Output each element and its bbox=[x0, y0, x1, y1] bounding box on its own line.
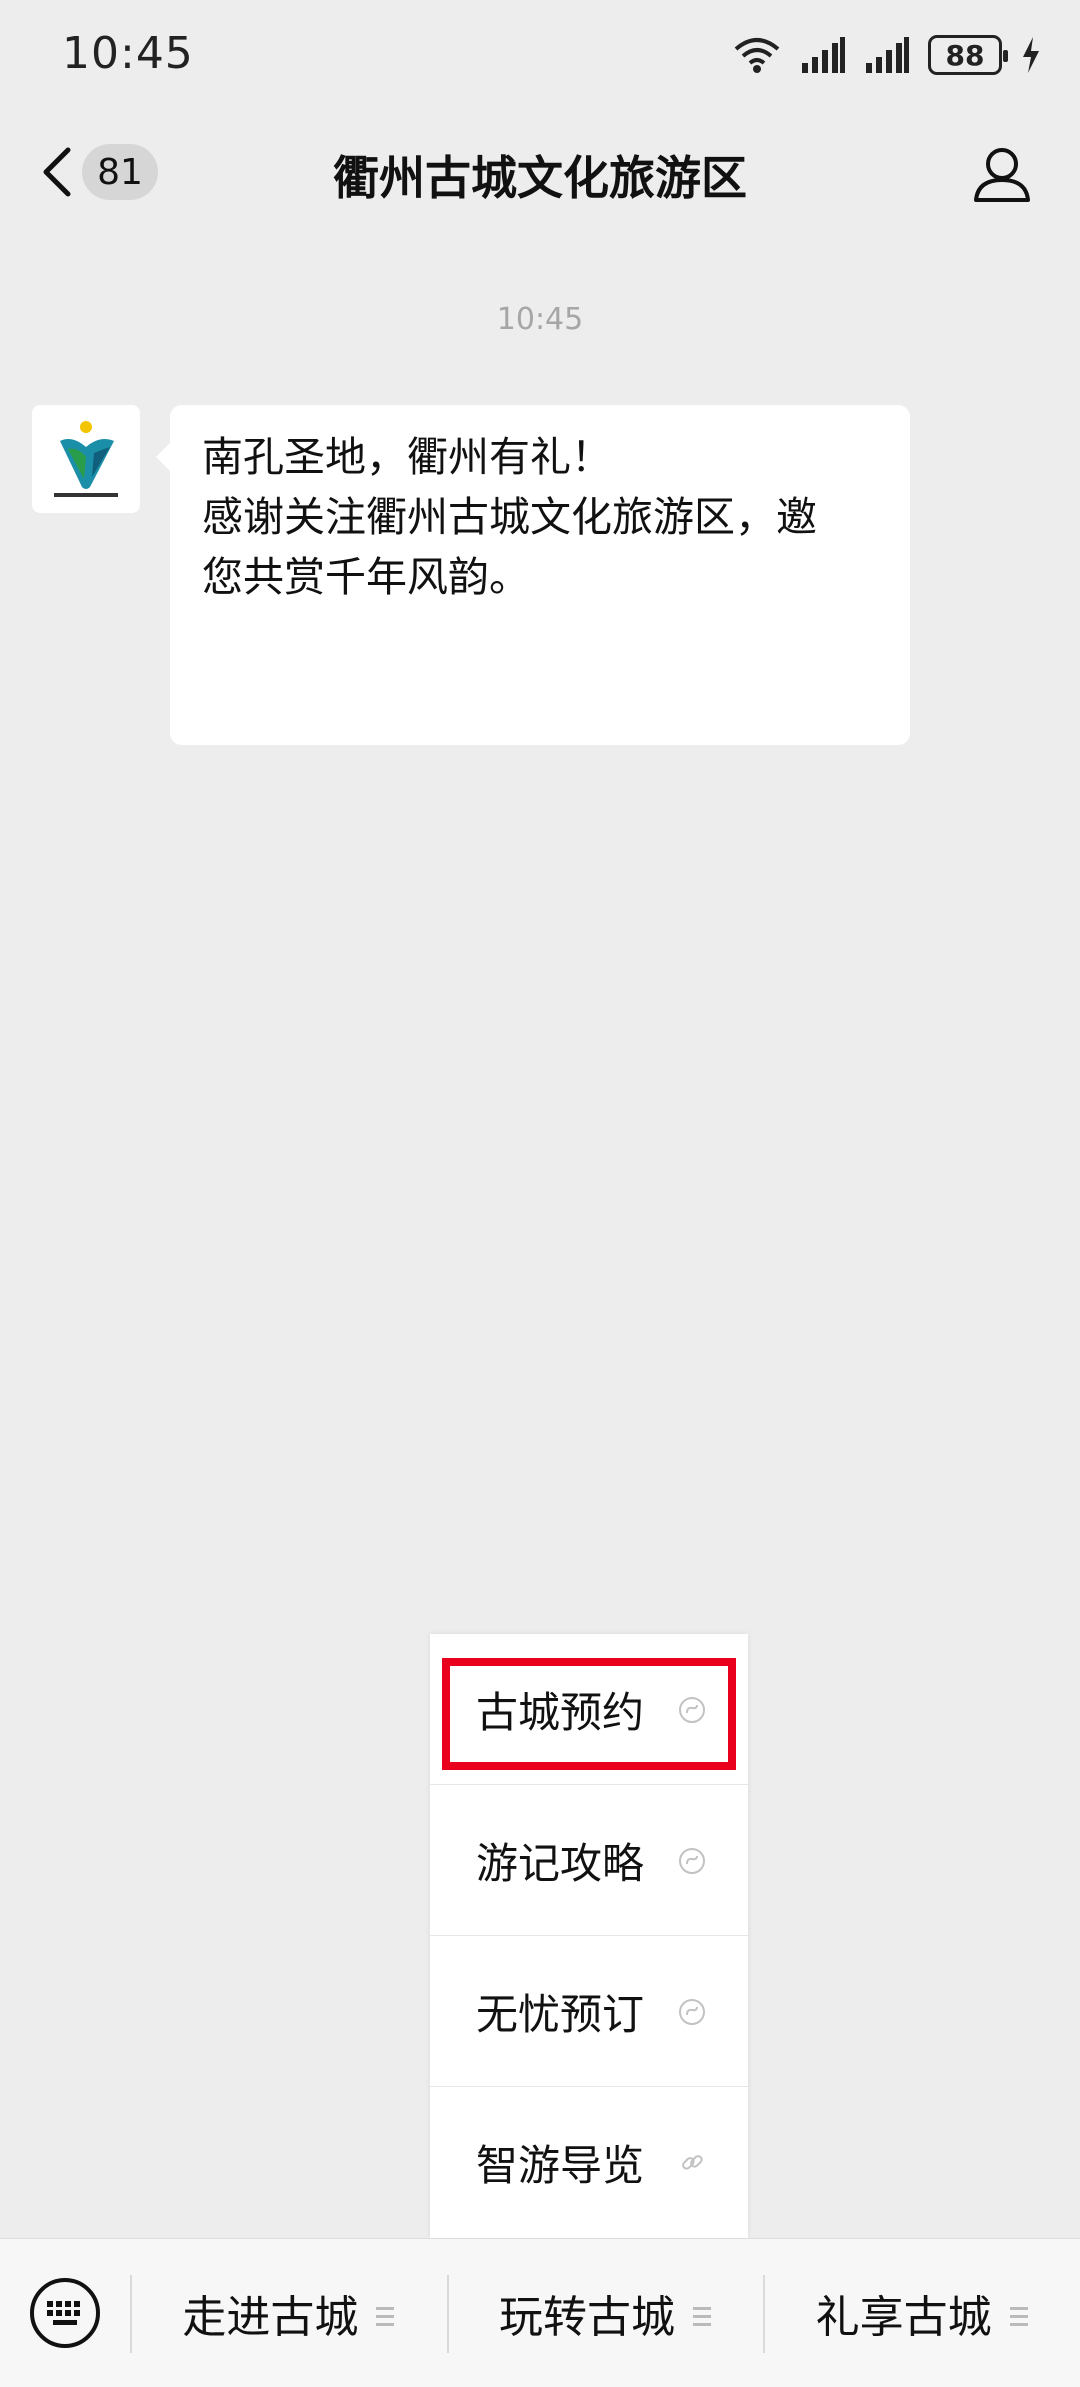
status-icons: 88 bbox=[732, 30, 1042, 80]
submenu-item-travel-guide[interactable]: 游记攻略 bbox=[430, 1785, 748, 1936]
message-line: 感谢关注衢州古城文化旅游区，邀 bbox=[202, 493, 817, 541]
message-timestamp: 10:45 bbox=[496, 302, 584, 337]
signal-icon-2 bbox=[866, 37, 909, 73]
menu-tab-explore-ancient-city[interactable]: 走进古城 bbox=[130, 2239, 447, 2387]
menu-tab-label: 礼享古城 bbox=[815, 2292, 992, 2343]
menu-tab-label: 玩转古城 bbox=[499, 2292, 675, 2343]
wifi-icon bbox=[734, 38, 780, 73]
submenu-popup: 古城预约 游记攻略 无忧预订 智游导览 bbox=[430, 1634, 748, 2238]
submenu-indicator-icon bbox=[1009, 2306, 1028, 2326]
keyboard-icon bbox=[30, 2278, 100, 2348]
submenu-indicator-icon bbox=[376, 2306, 395, 2326]
menu-tab-enjoy-ancient-city[interactable]: 礼享古城 bbox=[763, 2239, 1080, 2387]
mini-program-icon bbox=[679, 1697, 705, 1723]
submenu-item-label: 智游导览 bbox=[476, 2141, 645, 2190]
keyboard-toggle-button[interactable] bbox=[0, 2239, 130, 2387]
link-icon bbox=[682, 2155, 703, 2170]
submenu-item-ancient-city-reservation[interactable]: 古城预约 bbox=[430, 1634, 748, 1785]
mini-program-icon bbox=[679, 1848, 705, 1874]
charging-icon bbox=[1023, 37, 1039, 73]
status-time: 10:45 bbox=[62, 28, 194, 79]
submenu-item-label: 游记攻略 bbox=[476, 1838, 645, 1888]
submenu-item-smart-tour[interactable]: 智游导览 bbox=[430, 2087, 748, 2238]
status-bar: 10:45 88 bbox=[0, 0, 1080, 110]
submenu-item-label: 古城预约 bbox=[476, 1687, 645, 1737]
menu-tab-play-ancient-city[interactable]: 玩转古城 bbox=[446, 2239, 764, 2387]
official-account-avatar[interactable] bbox=[32, 405, 140, 513]
nav-bar: 81 衢州古城文化旅游区 bbox=[0, 120, 1080, 220]
signal-icon-1 bbox=[802, 37, 845, 73]
message-line: 您共赏千年风韵。 bbox=[202, 553, 530, 601]
mini-program-icon bbox=[679, 1999, 705, 2025]
message-line: 南孔圣地，衢州有礼！ bbox=[202, 433, 612, 481]
account-logo-icon bbox=[54, 421, 118, 497]
battery-indicator: 88 bbox=[928, 35, 1008, 75]
page-title: 衢州古城文化旅游区 bbox=[333, 151, 747, 205]
submenu-indicator-icon bbox=[693, 2306, 711, 2326]
submenu-item-worry-free-booking[interactable]: 无忧预订 bbox=[430, 1936, 748, 2087]
profile-icon[interactable] bbox=[970, 142, 1034, 206]
message-bubble[interactable]: 南孔圣地，衢州有礼！ 感谢关注衢州古城文化旅游区，邀 您共赏千年风韵。 bbox=[156, 405, 910, 745]
submenu-item-label: 无忧预订 bbox=[476, 1989, 645, 2039]
bottom-menu-bar: 走进古城 玩转古城 礼享古城 bbox=[0, 2238, 1080, 2387]
menu-tab-label: 走进古城 bbox=[182, 2292, 359, 2343]
